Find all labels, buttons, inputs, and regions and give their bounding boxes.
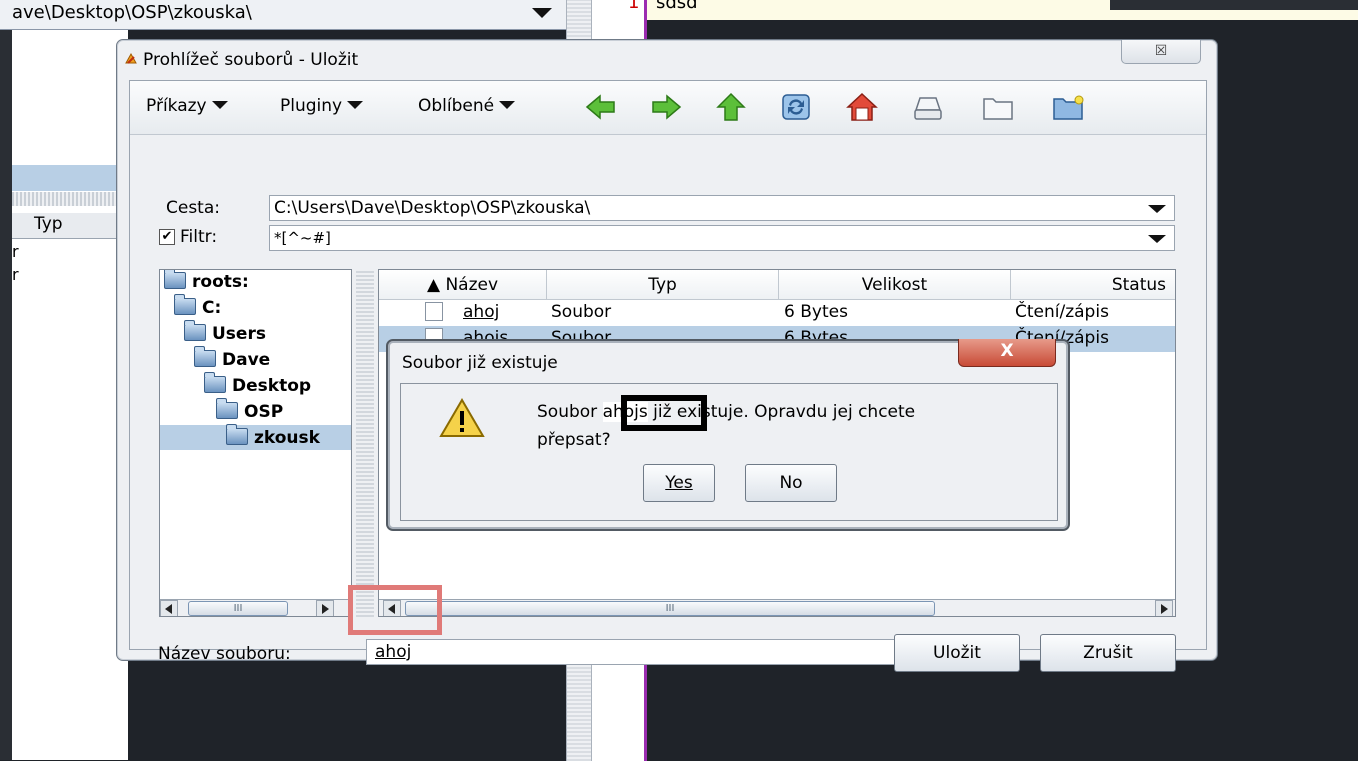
folder-icon [194, 346, 216, 367]
file-status: Čtení/zápis [1015, 302, 1109, 322]
background-row-text: r [12, 265, 19, 284]
cancel-button[interactable]: Zrušit [1040, 634, 1176, 672]
drive-icon[interactable] [912, 92, 944, 122]
path-label: Cesta: [166, 198, 220, 218]
folder-icon [184, 320, 206, 341]
file-row[interactable]: ahoj Soubor 6 Bytes Čtení/zápis [379, 300, 1175, 326]
up-arrow-icon[interactable] [715, 92, 747, 122]
file-size: 6 Bytes [784, 302, 848, 322]
filename-highlight-box [348, 585, 442, 635]
confirm-dialog-title: Soubor již existuje [402, 353, 558, 373]
new-folder-icon[interactable] [1052, 92, 1084, 122]
chevron-down-icon[interactable] [1148, 205, 1166, 213]
filename-label: Název souboru: [158, 644, 291, 664]
close-button[interactable]: X [958, 339, 1056, 367]
refresh-icon[interactable] [780, 92, 812, 122]
folder-icon [204, 372, 226, 393]
background-splitter [12, 192, 128, 206]
java-app-icon [125, 52, 137, 64]
background-path-bar: ave\Desktop\OSP\zkouska\ [0, 0, 566, 30]
filename-value: ahoj [375, 642, 412, 662]
background-left-panel [0, 30, 128, 760]
scroll-left-icon[interactable] [160, 600, 178, 616]
scroll-right-icon[interactable] [316, 600, 334, 616]
tree-item-osp[interactable]: OSP [216, 398, 283, 426]
folder-icon [164, 270, 186, 289]
chevron-down-icon[interactable] [1148, 235, 1166, 243]
background-column-header: Typ [12, 213, 128, 239]
path-value: C:\Users\Dave\Desktop\OSP\zkouska\ [274, 198, 591, 218]
background-selected-row [12, 165, 128, 191]
confirm-message-line1: Soubor ahojs již existuje. Opravdu jej c… [537, 402, 916, 422]
save-button[interactable]: Uložit [894, 634, 1020, 672]
caret-down-icon [211, 101, 228, 109]
tree-item-zkouska[interactable]: zkousk [226, 424, 320, 452]
file-type: Soubor [551, 302, 612, 322]
caret-down-icon [499, 101, 516, 109]
editor-line-number: 1 [628, 0, 640, 13]
tree-item-desktop[interactable]: Desktop [204, 372, 311, 400]
menu-pluginy[interactable]: Pluginy [280, 96, 364, 116]
filter-label: Filtr: [180, 227, 218, 247]
editor-text: sdsd [656, 0, 698, 13]
background-path-text: ave\Desktop\OSP\zkouska\ [12, 2, 252, 23]
scroll-thumb[interactable]: III [188, 601, 288, 616]
column-header-name[interactable]: ▲ Název [379, 270, 547, 300]
filter-value: *[^~#] [274, 229, 331, 247]
tree-item-users[interactable]: Users [184, 320, 266, 348]
scroll-right-icon[interactable] [1155, 600, 1173, 616]
dialog-title: Prohlížeč souborů - Uložit [143, 50, 359, 70]
warning-icon [439, 398, 485, 437]
folder-icon [174, 294, 196, 315]
toolbar: Příkazy Pluginy Oblíbené [130, 81, 1206, 135]
path-combobox[interactable]: C:\Users\Dave\Desktop\OSP\zkouska\ [269, 195, 1175, 221]
background-row-text: r [12, 242, 19, 261]
menu-prikazy[interactable]: Příkazy [146, 96, 228, 116]
forward-arrow-icon[interactable] [650, 92, 682, 122]
column-header-type[interactable]: Typ [547, 270, 779, 300]
panel-splitter[interactable] [356, 269, 374, 617]
yes-button[interactable]: Yes [643, 464, 715, 502]
caret-down-icon [347, 101, 364, 109]
tree-horizontal-scrollbar[interactable]: III [160, 599, 351, 616]
tree-item-roots[interactable]: roots: [164, 270, 249, 296]
folder-icon [216, 398, 238, 419]
confirm-body: Soubor ahojs již existuje. Opravdu jej c… [400, 383, 1058, 521]
tree-item-c[interactable]: C: [174, 294, 221, 322]
column-header-size[interactable]: Velikost [779, 270, 1011, 300]
column-header-status[interactable]: Status [1011, 270, 1175, 300]
no-button[interactable]: No [745, 464, 837, 502]
files-horizontal-scrollbar[interactable]: III [379, 599, 1175, 616]
back-arrow-icon[interactable] [585, 92, 617, 122]
close-icon: ☒ [1154, 43, 1168, 59]
scroll-thumb[interactable]: III [405, 601, 935, 616]
folder-tree: roots: C: Users Dave Desktop OSP zkousk … [159, 269, 352, 617]
home-icon[interactable] [846, 92, 878, 122]
folder-icon[interactable] [982, 92, 1014, 122]
overwrite-confirm-dialog: Soubor již existuje X Soubor ahojs již e… [386, 339, 1070, 531]
confirm-message-line2: přepsat? [537, 430, 611, 450]
close-button[interactable]: ☒ [1121, 40, 1201, 64]
filename-emphasis-box [621, 395, 707, 431]
filter-checkbox[interactable]: ✔ [159, 229, 175, 245]
file-name: ahoj [463, 302, 500, 322]
text-file-icon [425, 302, 443, 321]
chevron-down-icon [532, 8, 552, 18]
menu-oblibene[interactable]: Oblíbené [418, 96, 516, 116]
background-header-label: Typ [34, 214, 63, 234]
folder-icon [226, 424, 248, 445]
tree-item-dave[interactable]: Dave [194, 346, 270, 374]
close-icon: X [1000, 341, 1014, 361]
filter-combobox[interactable]: *[^~#] [269, 225, 1175, 251]
